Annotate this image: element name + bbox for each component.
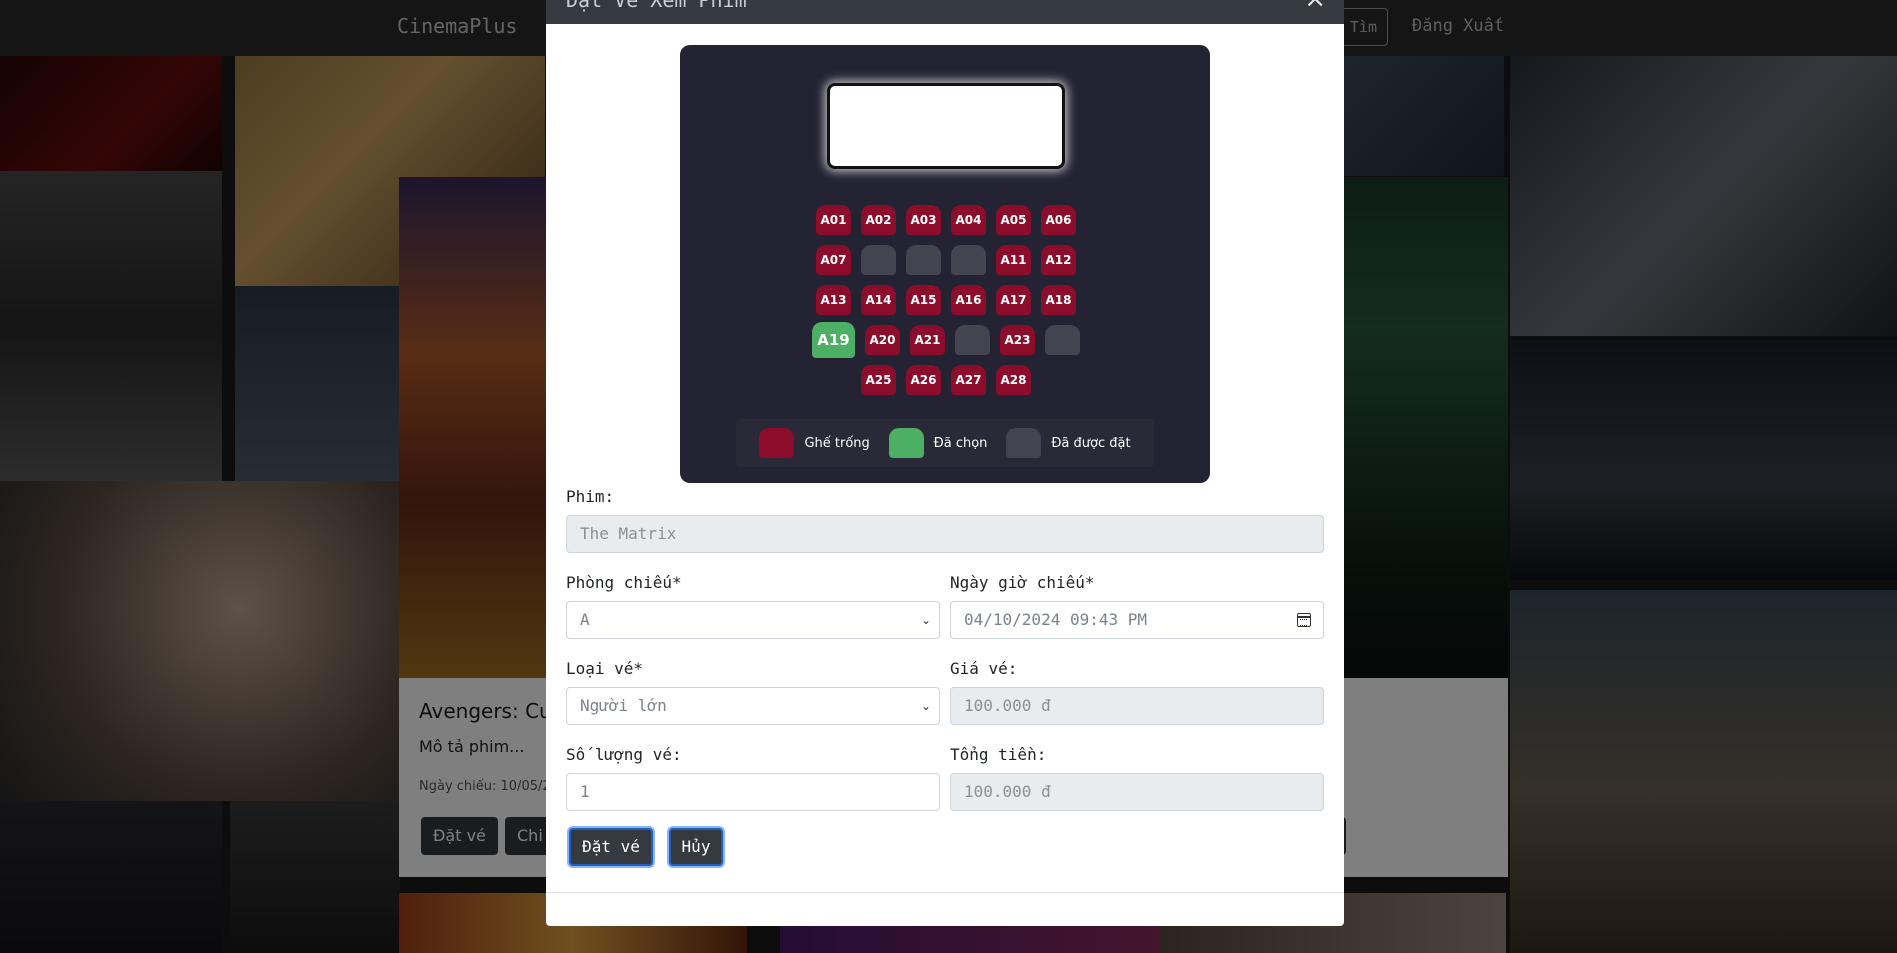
seat-available[interactable]: A07 <box>816 245 851 275</box>
seat-available[interactable]: A27 <box>951 365 986 395</box>
seat-available[interactable]: A01 <box>816 205 851 235</box>
seat-row: A13 A14 A15 A16 A17 A18 <box>811 285 1081 315</box>
seat-available[interactable]: A17 <box>996 285 1031 315</box>
modal-title: Đặt Vé Xem Phim <box>566 0 747 12</box>
seat-occupied <box>906 245 941 275</box>
legend-selected-label: Đã chọn <box>933 435 988 451</box>
chevron-down-icon: ⌄ <box>920 699 931 713</box>
ticket-type-select[interactable]: Người lớn ⌄ <box>566 687 940 725</box>
seat-available[interactable]: A26 <box>906 365 941 395</box>
cinema-screen <box>827 83 1065 169</box>
seat-grid: A01 A02 A03 A04 A05 A06 A07 A11 A12 A13 A14 A15 A16 A… <box>811 205 1081 405</box>
modal-header: Đặt Vé Xem Phim × <box>546 0 1344 24</box>
total-label: Tổng tiền: <box>950 745 1047 764</box>
seat-row: A01 A02 A03 A04 A05 A06 <box>811 205 1081 235</box>
seat-available[interactable]: A18 <box>1041 285 1076 315</box>
seat-selected[interactable]: A19 <box>812 322 855 358</box>
price-field: 100.000 đ <box>950 687 1324 725</box>
seat-map-panel: A01 A02 A03 A04 A05 A06 A07 A11 A12 A13 A14 A15 A16 A… <box>680 45 1210 483</box>
seat-available[interactable]: A06 <box>1041 205 1076 235</box>
total-field: 100.000 đ <box>950 773 1324 811</box>
chevron-down-icon: ⌄ <box>920 613 931 627</box>
ticket-type-select-value: Người lớn <box>580 696 667 715</box>
datetime-label: Ngày giờ chiếu* <box>950 573 1095 592</box>
quantity-label: Số lượng vé: <box>566 745 682 764</box>
legend-available: Ghế trống <box>759 428 870 458</box>
seat-available[interactable]: A05 <box>996 205 1031 235</box>
room-select-value: A <box>580 610 590 629</box>
movie-label: Phim: <box>566 487 615 506</box>
calendar-icon[interactable] <box>1297 613 1311 627</box>
seat-available[interactable]: A04 <box>951 205 986 235</box>
quantity-input[interactable]: 1 <box>566 773 940 811</box>
seat-occupied <box>861 245 896 275</box>
seat-available[interactable]: A13 <box>816 285 851 315</box>
seat-available[interactable]: A11 <box>996 245 1031 275</box>
legend-occupied-label: Đã được đặt <box>1051 435 1131 451</box>
seat-available[interactable]: A15 <box>906 285 941 315</box>
seat-available[interactable]: A28 <box>996 365 1031 395</box>
price-label: Giá vé: <box>950 659 1018 678</box>
legend-available-label: Ghế trống <box>804 435 870 451</box>
room-select[interactable]: A ⌄ <box>566 601 940 639</box>
legend-selected: Đã chọn <box>888 428 988 458</box>
seat-row: A07 A11 A12 <box>811 245 1081 275</box>
movie-field: The Matrix <box>566 515 1324 553</box>
seat-available[interactable]: A20 <box>865 325 900 355</box>
submit-booking-button[interactable]: Đặt vé <box>569 828 653 866</box>
seat-row: A25 A26 A27 A28 <box>811 365 1081 395</box>
seat-occupied <box>951 245 986 275</box>
seat-occupied <box>955 325 990 355</box>
datetime-input-value: 04/10/2024 09:43 PM <box>964 610 1148 629</box>
seat-available[interactable]: A02 <box>861 205 896 235</box>
seat-occupied <box>1045 325 1080 355</box>
seat-available[interactable]: A12 <box>1041 245 1076 275</box>
datetime-input[interactable]: 04/10/2024 09:43 PM <box>950 601 1324 639</box>
seat-available[interactable]: A03 <box>906 205 941 235</box>
cancel-button[interactable]: Hủy <box>669 828 723 866</box>
seat-available[interactable]: A16 <box>951 285 986 315</box>
seat-row: A19 A20 A21 A23 <box>811 322 1081 358</box>
seat-legend: Ghế trống Đã chọn Đã được đặt <box>736 419 1154 467</box>
seat-available[interactable]: A23 <box>1000 325 1035 355</box>
seat-available[interactable]: A21 <box>910 325 945 355</box>
legend-available-swatch <box>759 428 795 458</box>
room-label: Phòng chiếu* <box>566 573 682 592</box>
modal-footer-divider <box>546 892 1344 893</box>
ticket-type-label: Loại vé* <box>566 659 644 678</box>
close-icon[interactable]: × <box>1304 0 1326 14</box>
legend-occupied: Đã được đặt <box>1006 428 1131 458</box>
legend-occupied-swatch <box>1006 428 1042 458</box>
legend-selected-swatch <box>888 428 924 458</box>
seat-available[interactable]: A25 <box>861 365 896 395</box>
booking-modal: Đặt Vé Xem Phim × A01A02A03A04A05A06A07A… <box>546 0 1344 926</box>
seat-available[interactable]: A14 <box>861 285 896 315</box>
